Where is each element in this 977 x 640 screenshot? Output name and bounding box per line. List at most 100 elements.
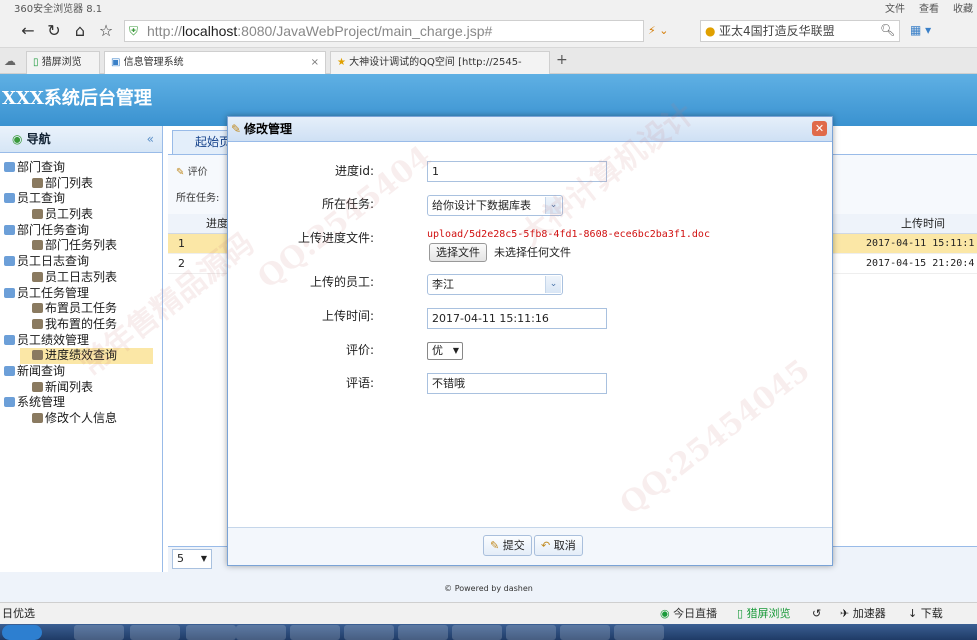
taskbar-app[interactable] xyxy=(614,625,664,640)
taskbar-app[interactable] xyxy=(506,625,556,640)
sidebar-item[interactable]: 员工任务管理 xyxy=(0,286,162,302)
new-tab-button[interactable]: + xyxy=(556,52,568,68)
collapse-icon[interactable]: « xyxy=(147,126,154,153)
browser-tab-bar: ☁ ▯ 猎屏浏览 ▣ 信息管理系统 × ★ 大神设计调试的QQ空间 [http:… xyxy=(0,48,977,74)
home-icon[interactable]: ⌂ xyxy=(70,21,90,41)
folder-icon xyxy=(4,162,15,172)
cancel-label: 取消 xyxy=(553,539,576,552)
close-icon[interactable]: ✕ xyxy=(812,121,827,136)
sidebar-item[interactable]: 我布置的任务 xyxy=(0,317,162,333)
eval-label: 评价 xyxy=(187,167,208,178)
edit-icon: ✎ xyxy=(231,122,242,136)
tab-screen-browse[interactable]: ▯ 猎屏浏览 xyxy=(26,51,100,74)
taskbar-app[interactable] xyxy=(344,625,394,640)
history-icon[interactable]: ↺ xyxy=(812,603,821,625)
apps-icon[interactable]: ▦ ▾ xyxy=(910,23,931,37)
employee-select[interactable]: 李江 ⌄ xyxy=(427,274,563,295)
choose-file-button[interactable]: 选择文件 xyxy=(429,243,487,262)
column-header-time[interactable]: 上传时间 xyxy=(901,214,945,234)
cloud-icon[interactable]: ☁ xyxy=(4,54,16,68)
taskbar-app[interactable] xyxy=(74,625,124,640)
user-icon xyxy=(32,413,43,423)
start-button[interactable] xyxy=(2,625,42,640)
rating-select[interactable]: 优 ▼ xyxy=(427,342,463,360)
edit-dialog: ✎ 修改管理 ✕ 进度id: 1 所在任务: 给你设计下数据库表 ⌄ 上传进度文… xyxy=(227,116,833,566)
status-left[interactable]: 日优选 xyxy=(2,603,35,625)
refresh-icon[interactable]: ↻ xyxy=(44,21,64,41)
sidebar-item[interactable]: 新闻列表 xyxy=(0,380,162,396)
taskbar-app[interactable] xyxy=(290,625,340,640)
menu-view[interactable]: 查看 xyxy=(919,0,939,15)
folder-icon xyxy=(4,365,15,376)
sidebar-item[interactable]: 新闻查询 xyxy=(0,364,162,380)
taskbar-app[interactable] xyxy=(452,625,502,640)
url-input[interactable]: ⛨ http://localhost:8080/JavaWebProject/m… xyxy=(124,20,644,42)
sidebar-item[interactable]: 部门任务查询 xyxy=(0,223,162,239)
sidebar-item[interactable]: 员工日志列表 xyxy=(0,270,162,286)
user-icon xyxy=(32,303,43,314)
folder-icon xyxy=(4,397,15,408)
column-header-progress[interactable]: 进度 xyxy=(206,214,228,234)
sidebar-item-label: 修改个人信息 xyxy=(45,411,118,425)
row-time: 2017-04-11 15:11:1 xyxy=(866,238,975,249)
live-link[interactable]: ◉ 今日直播 xyxy=(660,603,717,625)
taskbar-app[interactable] xyxy=(186,625,236,640)
sidebar-item-label: 员工查询 xyxy=(17,191,66,206)
sidebar-item[interactable]: 部门任务列表 xyxy=(0,238,162,254)
sidebar-item[interactable]: 布置员工任务 xyxy=(0,301,162,317)
download-label: 下载 xyxy=(920,607,943,620)
submit-label: 提交 xyxy=(502,539,525,552)
star-icon[interactable]: ☆ xyxy=(96,21,116,41)
sidebar-item[interactable]: 员工列表 xyxy=(0,207,162,223)
page-size-select[interactable]: 5 ▼ xyxy=(172,549,212,569)
menu-favorites[interactable]: 收藏 xyxy=(953,0,973,15)
dialog-footer: ✎ 提交 ↶ 取消 xyxy=(228,527,832,565)
download-link[interactable]: ↓ 下载 xyxy=(908,603,943,625)
dialog-title-bar[interactable]: ✎ 修改管理 xyxy=(228,117,832,142)
sidebar-header: ◉ 导航 « xyxy=(0,126,162,153)
taskbar-app[interactable] xyxy=(398,625,448,640)
taskbar-app[interactable] xyxy=(236,625,286,640)
sidebar-item[interactable]: 员工查询 xyxy=(0,191,162,207)
accelerator-link[interactable]: ✈ 加速器 xyxy=(840,603,886,625)
menu-file[interactable]: 文件 xyxy=(885,0,905,15)
tab-qq-space[interactable]: ★ 大神设计调试的QQ空间 [http://2545- xyxy=(330,51,550,74)
submit-button[interactable]: ✎ 提交 xyxy=(483,535,532,556)
sidebar-item[interactable]: 部门查询 xyxy=(0,160,162,176)
employee-value: 李江 xyxy=(432,278,454,291)
search-input[interactable]: ● 亚太4国打造反华联盟 xyxy=(700,20,900,42)
taskbar-app[interactable] xyxy=(560,625,610,640)
close-icon[interactable]: × xyxy=(311,52,319,73)
screen: 360安全浏览器 8.1 文件 查看 收藏 ← ↻ ⌂ ☆ ⛨ http://l… xyxy=(0,0,977,640)
shield-icon: ⛨ xyxy=(129,24,139,38)
sidebar-item-label: 部门任务列表 xyxy=(45,238,118,253)
tab-home[interactable]: 起始页 xyxy=(172,130,234,154)
id-field[interactable]: 1 xyxy=(427,161,607,182)
tab-info-system[interactable]: ▣ 信息管理系统 × xyxy=(104,51,326,74)
sidebar-item[interactable]: 修改个人信息 xyxy=(0,411,162,427)
sidebar-item[interactable]: 部门列表 xyxy=(0,176,162,192)
url-host: localhost xyxy=(182,23,238,39)
sidebar-item[interactable]: 员工日志查询 xyxy=(0,254,162,270)
file-link[interactable]: upload/5d2e28c5-5fb8-4fd1-8608-ece6bc2ba… xyxy=(427,229,710,240)
sidebar-item[interactable]: 系统管理 xyxy=(0,395,162,411)
sidebar-title: 导航 xyxy=(26,132,51,146)
upload-time-field[interactable]: 2017-04-11 15:11:16 xyxy=(427,308,607,329)
eval-button[interactable]: ✎ 评价 xyxy=(176,163,208,178)
cancel-button[interactable]: ↶ 取消 xyxy=(534,535,583,556)
sidebar-item-label: 员工日志列表 xyxy=(45,269,118,284)
sidebar-item[interactable]: 进度绩效查询 xyxy=(20,348,153,364)
sidebar-item-label: 部门查询 xyxy=(17,160,66,174)
sidebar-item[interactable]: 员工绩效管理 xyxy=(0,333,162,349)
search-icon[interactable]: 🔍︎ xyxy=(880,23,895,37)
sidebar-item-label: 系统管理 xyxy=(17,395,66,410)
comment-field[interactable]: 不错哦 xyxy=(427,373,607,394)
taskbar-app[interactable] xyxy=(130,625,180,640)
screen-browse-link[interactable]: ▯ 猎屏浏览 xyxy=(737,603,791,625)
lightning-icon[interactable]: ⚡ ⌄ xyxy=(648,24,668,37)
user-icon xyxy=(32,177,43,188)
folder-icon xyxy=(4,224,15,235)
task-select[interactable]: 给你设计下数据库表 ⌄ xyxy=(427,195,563,216)
comment-label: 评语: xyxy=(345,376,374,390)
back-icon[interactable]: ← xyxy=(18,21,38,41)
